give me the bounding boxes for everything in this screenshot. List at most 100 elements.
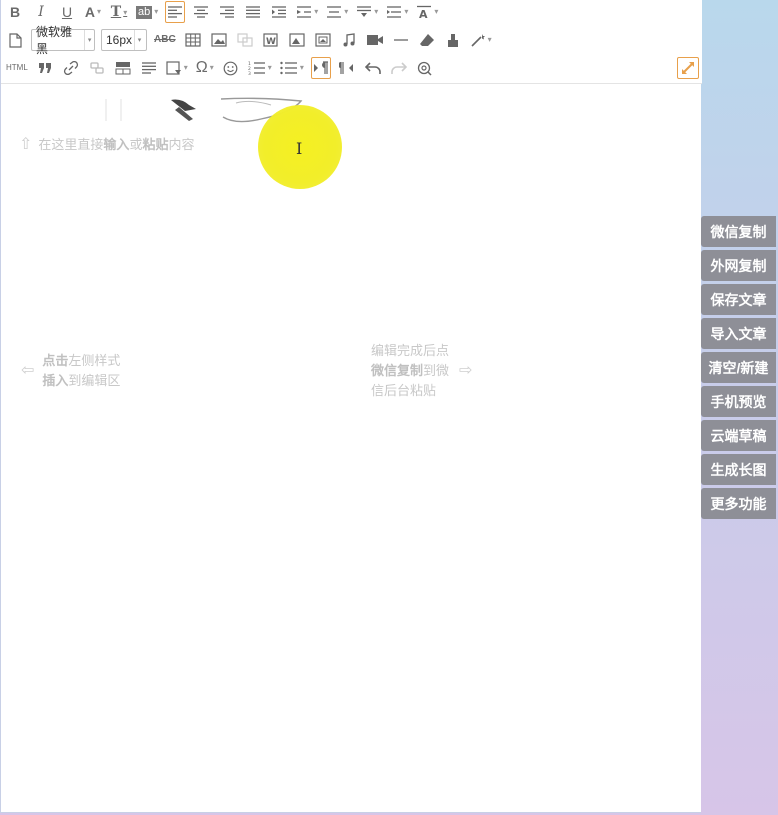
chevron-down-icon: ▾ — [487, 35, 492, 44]
split-table-button[interactable] — [113, 57, 133, 79]
brush-icon — [447, 33, 458, 47]
arrow-left-icon: ⇦ — [21, 362, 35, 379]
bullet-list-icon — [280, 61, 297, 75]
indent-button[interactable] — [269, 1, 289, 23]
undo-icon — [364, 62, 381, 74]
format-brush-button[interactable] — [443, 29, 463, 51]
copy-style-button[interactable] — [235, 29, 255, 51]
align-justify-button[interactable] — [243, 1, 263, 23]
external-copy-button[interactable]: 外网复制 — [701, 250, 776, 281]
redo-button[interactable] — [389, 57, 409, 79]
emoji-button[interactable] — [221, 57, 241, 79]
unlink-icon — [90, 62, 104, 74]
insert-frame-button[interactable]: ▾ — [165, 57, 189, 79]
letter-spacing-button[interactable]: ▾ — [385, 1, 409, 23]
link-icon — [63, 61, 78, 75]
arrow-up-icon: ⇧ — [19, 136, 33, 153]
search-replace-button[interactable] — [415, 57, 435, 79]
align-right-icon — [220, 6, 235, 18]
paragraph-after-icon — [357, 6, 372, 17]
undo-button[interactable] — [363, 57, 383, 79]
paragraph-after-button[interactable]: ▾ — [355, 1, 379, 23]
clear-new-button[interactable]: 清空/新建 — [701, 352, 776, 383]
indent-icon — [272, 6, 287, 18]
picture-icon — [289, 33, 305, 47]
more-features-button[interactable]: 更多功能 — [701, 488, 776, 519]
horizontal-rule-button[interactable] — [391, 29, 411, 51]
unordered-list-button[interactable]: ▾ — [279, 57, 305, 79]
arrow-right-icon: ⇨ — [459, 362, 473, 379]
special-char-button[interactable]: Ω ▾ — [195, 57, 215, 79]
new-document-button[interactable] — [5, 29, 25, 51]
ltr-direction-button[interactable] — [310, 57, 331, 79]
multi-image-button[interactable] — [313, 29, 333, 51]
word-import-button[interactable]: W — [261, 29, 281, 51]
bold-button[interactable]: B — [5, 1, 25, 23]
chevron-down-icon: ▾ — [183, 63, 188, 72]
table-split-icon — [115, 62, 131, 75]
cloud-drafts-button[interactable]: 云端草稿 — [701, 420, 776, 451]
save-article-button[interactable]: 保存文章 — [701, 284, 776, 315]
eraser-button[interactable] — [417, 29, 437, 51]
html-source-button[interactable]: HTML — [5, 57, 29, 79]
music-icon — [343, 33, 355, 47]
table-icon — [185, 33, 201, 47]
ordered-list-icon: 123 — [248, 61, 265, 75]
magic-wand-icon — [471, 34, 485, 47]
quote-icon — [38, 63, 51, 73]
insert-image-button[interactable] — [209, 29, 229, 51]
redo-icon — [391, 62, 407, 74]
svg-text:3: 3 — [248, 71, 251, 75]
line-height-icon — [327, 6, 342, 18]
fullscreen-button[interactable] — [677, 57, 699, 79]
paragraph-spacing-button[interactable]: ▾ — [295, 1, 319, 23]
chevron-down-icon: ▾ — [434, 7, 439, 16]
font-size-select[interactable]: 16px ▾ — [101, 29, 147, 51]
clear-format-button[interactable]: A ▾ — [415, 1, 439, 23]
chevron-down-icon: ▾ — [84, 30, 94, 50]
svg-text:A: A — [419, 8, 428, 19]
insert-picture-button[interactable] — [287, 29, 307, 51]
font-style-button[interactable]: T ▾ — [109, 1, 129, 23]
chevron-down-icon: ▾ — [299, 63, 304, 72]
import-article-button[interactable]: 导入文章 — [701, 318, 776, 349]
underline-button[interactable]: U — [57, 1, 77, 23]
mobile-preview-button[interactable]: 手机预览 — [701, 386, 776, 417]
text-block-button[interactable] — [139, 57, 159, 79]
hint-input-paste: ⇧ 在这里直接输入或粘贴内容 — [19, 135, 194, 155]
hint-left-text: 点击左侧样式 插入到编辑区 — [42, 353, 121, 388]
wechat-copy-button[interactable]: 微信复制 — [701, 216, 776, 247]
hint-right-text: 编辑完成后点 微信复制到微 信后台粘贴 — [371, 343, 450, 398]
chevron-down-icon: ▾ — [209, 63, 214, 72]
line-height-button[interactable]: ▾ — [325, 1, 349, 23]
align-center-icon — [194, 6, 209, 18]
unlink-button[interactable] — [87, 57, 107, 79]
align-left-button[interactable] — [165, 1, 186, 23]
rtl-direction-button[interactable] — [337, 57, 357, 79]
editor-content-area[interactable]: I ⇧ 在这里直接输入或粘贴内容 ⇦ 点击左侧样式 插入到编辑区 编辑完成后点 … — [1, 85, 702, 812]
image-icon — [211, 33, 227, 47]
insert-link-button[interactable] — [61, 57, 81, 79]
text-cursor-icon: I — [296, 139, 303, 158]
text-size-icon: A — [417, 5, 432, 19]
side-action-panel: 微信复制 外网复制 保存文章 导入文章 清空/新建 手机预览 云端草稿 生成长图… — [701, 216, 777, 522]
font-family-select[interactable]: 微软雅黑 ▾ — [31, 25, 95, 56]
align-center-button[interactable] — [191, 1, 211, 23]
toolbar-row-2: 微软雅黑 ▾ 16px ▾ ABC W ▾ — [5, 25, 499, 56]
generate-long-image-button[interactable]: 生成长图 — [701, 454, 776, 485]
insert-music-button[interactable] — [339, 29, 359, 51]
insert-table-button[interactable] — [183, 29, 203, 51]
highlight-button[interactable]: ab ▾ — [135, 1, 159, 23]
chevron-down-icon: ▾ — [374, 7, 379, 16]
strikethrough-button[interactable]: ABC — [153, 29, 177, 51]
insert-video-button[interactable] — [365, 29, 385, 51]
blockquote-button[interactable] — [35, 57, 55, 79]
align-right-button[interactable] — [217, 1, 237, 23]
magic-wand-button[interactable]: ▾ — [469, 29, 493, 51]
video-icon — [366, 35, 383, 45]
ordered-list-button[interactable]: 123 ▾ — [247, 57, 273, 79]
toolbar-row-1: B I U A ▾ T ▾ ab ▾ ▾ ▾ ▾ ▾ A ▾ — [5, 0, 445, 24]
italic-button[interactable]: I — [31, 1, 51, 23]
font-color-button[interactable]: A ▾ — [83, 1, 103, 23]
chevron-down-icon: ▾ — [154, 7, 159, 16]
